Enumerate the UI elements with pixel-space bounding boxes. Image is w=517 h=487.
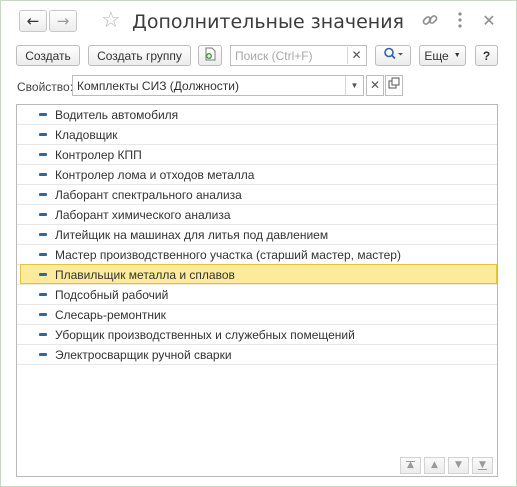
- list-item[interactable]: Кладовщик: [17, 125, 497, 145]
- forward-button[interactable]: →: [49, 10, 77, 32]
- list-item[interactable]: Водитель автомобиля: [17, 105, 497, 125]
- help-button[interactable]: ?: [475, 45, 498, 66]
- more-button-label: Еще: [424, 48, 449, 63]
- item-marker-icon: [39, 173, 47, 176]
- item-marker-icon: [39, 233, 47, 236]
- item-marker-icon: [39, 333, 47, 336]
- list-item-label: Уборщик производственных и служебных пом…: [55, 328, 355, 342]
- item-marker-icon: [39, 253, 47, 256]
- more-button[interactable]: Еще ▼: [419, 45, 466, 66]
- triangle-down-icon: ▼: [455, 460, 462, 470]
- list-item[interactable]: Уборщик производственных и служебных пом…: [17, 325, 497, 345]
- item-marker-icon: [39, 213, 47, 216]
- search-input[interactable]: [231, 46, 353, 65]
- property-select[interactable]: Комплекты СИЗ (Должности) ▼: [72, 75, 364, 96]
- list-item-label: Подсобный рабочий: [55, 288, 169, 302]
- list-item[interactable]: Лаборант спектрального анализа: [17, 185, 497, 205]
- item-marker-icon: [39, 113, 47, 116]
- property-value: Комплекты СИЗ (Должности): [77, 79, 239, 93]
- item-marker-icon: [39, 133, 47, 136]
- clear-search-icon[interactable]: ✕: [347, 47, 365, 64]
- open-property-button[interactable]: [385, 75, 403, 96]
- link-icon[interactable]: [420, 11, 440, 31]
- list-item-label: Плавильщик металла и сплавов: [55, 268, 235, 282]
- item-marker-icon: [39, 193, 47, 196]
- item-marker-icon: [39, 273, 47, 276]
- more-vert-icon[interactable]: [453, 11, 467, 31]
- scroll-down-button[interactable]: ▼: [448, 457, 469, 474]
- list-item-label: Лаборант химического анализа: [55, 208, 231, 222]
- item-marker-icon: [39, 293, 47, 296]
- magnifier-icon: [383, 47, 403, 64]
- list-item[interactable]: Электросварщик ручной сварки: [17, 345, 497, 365]
- bar-icon: [478, 469, 487, 470]
- star-icon[interactable]: ☆: [101, 9, 121, 33]
- arrow-left-icon: ←: [26, 12, 40, 30]
- list-item[interactable]: Мастер производственного участка (старши…: [17, 245, 497, 265]
- search-field[interactable]: ✕: [230, 45, 367, 66]
- list-item-label: Контролер лома и отходов металла: [55, 168, 255, 182]
- create-button[interactable]: Создать: [16, 45, 80, 66]
- list-item[interactable]: Подсобный рабочий: [17, 285, 497, 305]
- item-marker-icon: [39, 313, 47, 316]
- dropdown-arrow-icon[interactable]: ▼: [345, 76, 363, 95]
- chevron-down-icon: ▼: [453, 52, 461, 59]
- item-marker-icon: [39, 153, 47, 156]
- list-item-label: Электросварщик ручной сварки: [55, 348, 232, 362]
- list-item-label: Контролер КПП: [55, 148, 142, 162]
- document-copy-icon: [203, 47, 217, 64]
- property-label: Свойство:: [17, 80, 74, 94]
- open-window-icon: [388, 77, 400, 92]
- list-item-selected[interactable]: Плавильщик металла и сплавов: [17, 264, 497, 285]
- page-title: Дополнительные значения: [132, 11, 404, 33]
- copy-document-button[interactable]: [198, 45, 222, 66]
- arrow-right-icon: →: [56, 12, 70, 30]
- clear-property-button[interactable]: ✕: [366, 75, 384, 96]
- back-button[interactable]: ←: [19, 10, 47, 32]
- values-list[interactable]: Водитель автомобиля Кладовщик Контролер …: [16, 104, 498, 477]
- list-item-label: Кладовщик: [55, 128, 118, 142]
- scroll-top-button[interactable]: ▲: [400, 457, 421, 474]
- close-icon[interactable]: ✕: [479, 11, 499, 31]
- create-group-button[interactable]: Создать группу: [88, 45, 191, 66]
- list-item[interactable]: Слесарь-ремонтник: [17, 305, 497, 325]
- form-window: ← → ☆ Дополнительные значения ✕ Создать …: [0, 0, 517, 487]
- item-marker-icon: [39, 353, 47, 356]
- list-item[interactable]: Контролер КПП: [17, 145, 497, 165]
- list-item-label: Водитель автомобиля: [55, 108, 179, 122]
- scroll-up-button[interactable]: ▲: [424, 457, 445, 474]
- list-item-label: Лаборант спектрального анализа: [55, 188, 242, 202]
- list-item[interactable]: Лаборант химического анализа: [17, 205, 497, 225]
- list-item[interactable]: Литейщик на машинах для литья под давлен…: [17, 225, 497, 245]
- list-item[interactable]: Контролер лома и отходов металла: [17, 165, 497, 185]
- list-item-label: Литейщик на машинах для литья под давлен…: [55, 228, 329, 242]
- scroll-bottom-button[interactable]: ▼: [472, 457, 493, 474]
- list-item-label: Мастер производственного участка (старши…: [55, 248, 401, 262]
- bar-icon: [406, 461, 415, 462]
- triangle-up-icon: ▲: [431, 460, 438, 470]
- search-options-button[interactable]: [375, 45, 411, 66]
- list-item-label: Слесарь-ремонтник: [55, 308, 166, 322]
- close-icon: ✕: [369, 78, 381, 92]
